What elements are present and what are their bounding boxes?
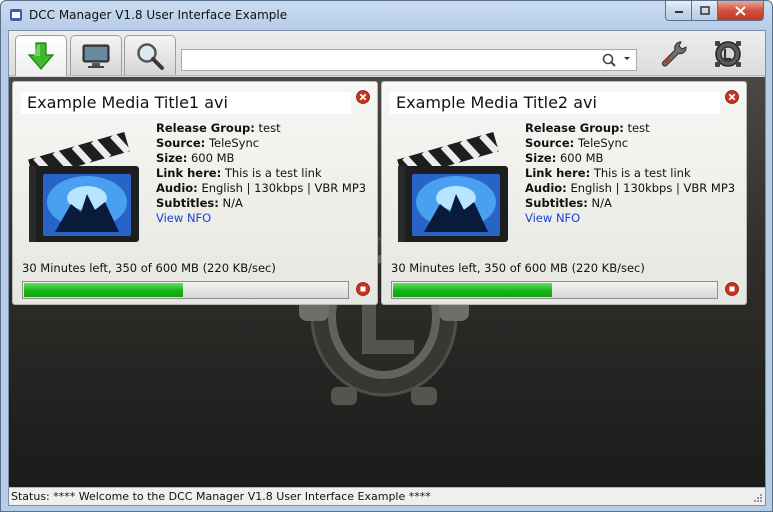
release-group-row: Release Group: test [156, 121, 376, 136]
minimize-button[interactable] [665, 1, 692, 21]
magnifier-icon [137, 42, 164, 70]
progress-fill [393, 283, 552, 297]
source-row: Source: TeleSync [525, 136, 745, 151]
audio-value: English | 130kbps | VBR MP3 [201, 181, 367, 195]
download-title: Example Media Title1 avi [21, 92, 351, 114]
subtitles-value: N/A [591, 196, 612, 210]
link-value: This is a test link [224, 166, 322, 180]
source-label: Source [156, 136, 201, 150]
download-arrow-icon [27, 42, 55, 70]
search-input[interactable] [185, 52, 595, 68]
download-info: Release Group: test Source: TeleSync Siz… [156, 121, 376, 226]
label-colon: : [583, 196, 588, 210]
label-colon: : [619, 121, 624, 135]
maximize-icon [699, 6, 710, 15]
progress-status-text: 30 Minutes left, 350 of 600 MB (220 KB/s… [391, 261, 645, 275]
download-info: Release Group: test Source: TeleSync Siz… [525, 121, 745, 226]
subtitles-value: N/A [222, 196, 243, 210]
wrench-icon [662, 41, 687, 67]
download-card: Example Media Title2 avi Release Group: … [381, 81, 747, 305]
stop-download-icon[interactable] [725, 282, 739, 296]
search-dropdown-arrow-icon[interactable] [624, 57, 630, 60]
release-group-row: Release Group: test [525, 121, 745, 136]
audio-label: Audio [525, 181, 563, 195]
video-clapperboard-icon [397, 132, 508, 242]
release-group-label: Release Group [525, 121, 620, 135]
view-nfo-link[interactable]: View NFO [156, 211, 211, 225]
release-group-label: Release Group [156, 121, 251, 135]
video-clapperboard-icon [28, 132, 139, 242]
resize-grip-icon[interactable] [753, 493, 763, 503]
audio-row: Audio: English | 130kbps | VBR MP3 [525, 181, 745, 196]
download-progress-bar [22, 281, 349, 299]
title-bar[interactable]: DCC Manager V1.8 User Interface Example [1, 1, 772, 29]
subtitles-row: Subtitles: N/A [156, 196, 376, 211]
downloads-panel: Example Media Title1 avi Release Group: … [9, 77, 765, 487]
download-title: Example Media Title2 avi [390, 92, 720, 114]
source-value: TeleSync [577, 136, 629, 150]
source-value: TeleSync [208, 136, 260, 150]
link-row: Link here: This is a test link [156, 166, 376, 181]
label-colon: : [214, 196, 219, 210]
settings-button[interactable] [657, 37, 691, 71]
size-row: Size: 600 MB [156, 151, 376, 166]
audio-value: English | 130kbps | VBR MP3 [570, 181, 736, 195]
label-colon: : [551, 151, 557, 165]
remove-download-icon[interactable] [725, 90, 739, 104]
close-icon [735, 5, 746, 16]
source-row: Source: TeleSync [156, 136, 376, 151]
logo-gear-icon [715, 41, 741, 67]
window-title: DCC Manager V1.8 User Interface Example [29, 8, 288, 22]
download-card: Example Media Title1 avi Release Group: … [12, 81, 378, 305]
link-label: Link here [525, 166, 586, 180]
download-progress-bar [391, 281, 718, 299]
size-value: 600 MB [559, 151, 604, 165]
subtitles-row: Subtitles: N/A [525, 196, 745, 211]
link-value: This is a test link [593, 166, 691, 180]
search-field[interactable] [181, 49, 637, 71]
stop-download-icon[interactable] [356, 282, 370, 296]
size-row: Size: 600 MB [525, 151, 745, 166]
label-colon: : [182, 151, 188, 165]
maximize-button[interactable] [691, 1, 718, 21]
link-label: Link here [156, 166, 217, 180]
status-text: Status: **** Welcome to the DCC Manager … [11, 490, 431, 503]
label-colon: : [562, 181, 567, 195]
size-label: Size [525, 151, 552, 165]
label-colon: : [569, 136, 575, 150]
subtitles-label: Subtitles [156, 196, 215, 210]
about-button[interactable] [711, 37, 745, 71]
audio-label: Audio [156, 181, 194, 195]
client-area: Example Media Title1 avi Release Group: … [8, 30, 766, 506]
tab-monitor[interactable] [70, 35, 122, 75]
search-icon[interactable] [600, 52, 620, 68]
view-nfo-link[interactable]: View NFO [525, 211, 580, 225]
link-row: Link here: This is a test link [525, 166, 745, 181]
tab-downloads[interactable] [15, 35, 67, 76]
size-label: Size [156, 151, 183, 165]
close-window-button[interactable] [717, 1, 764, 21]
label-colon: : [216, 166, 222, 180]
tab-search[interactable] [124, 35, 176, 75]
progress-fill [24, 283, 183, 297]
app-window: DCC Manager V1.8 User Interface Example [0, 0, 773, 512]
progress-status-text: 30 Minutes left, 350 of 600 MB (220 KB/s… [22, 261, 276, 275]
subtitles-label: Subtitles [525, 196, 584, 210]
label-colon: : [193, 181, 198, 195]
release-group-value: test [627, 121, 650, 135]
size-value: 600 MB [190, 151, 235, 165]
release-group-value: test [258, 121, 281, 135]
label-colon: : [200, 136, 206, 150]
monitor-icon [82, 44, 110, 68]
minimize-icon [674, 10, 683, 13]
status-bar: Status: **** Welcome to the DCC Manager … [9, 487, 765, 505]
audio-row: Audio: English | 130kbps | VBR MP3 [156, 181, 376, 196]
remove-download-icon[interactable] [356, 90, 370, 104]
app-icon [10, 9, 22, 21]
toolbar [9, 31, 765, 76]
label-colon: : [250, 121, 255, 135]
label-colon: : [585, 166, 591, 180]
source-label: Source [525, 136, 570, 150]
